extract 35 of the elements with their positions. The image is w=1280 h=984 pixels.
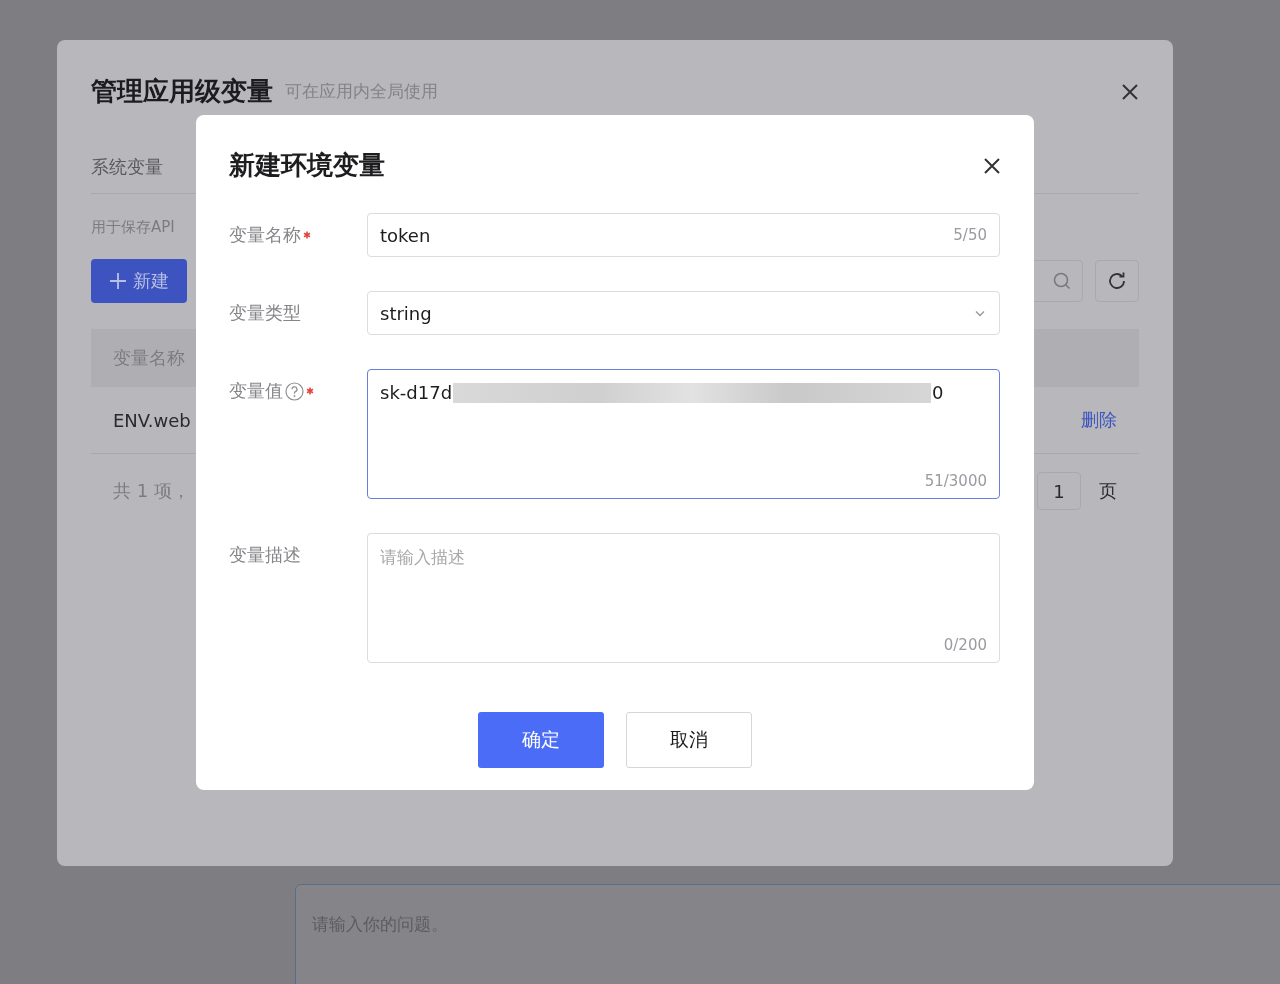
select-value: string bbox=[380, 302, 432, 324]
close-icon[interactable] bbox=[1121, 82, 1139, 101]
tab[interactable]: 系统变量 bbox=[91, 155, 163, 179]
refresh-button[interactable] bbox=[1095, 260, 1139, 302]
dialog-title: 管理应用级变量 bbox=[91, 75, 273, 108]
table-cell: ENV.web bbox=[113, 409, 191, 431]
page-number-field[interactable]: 1 bbox=[1037, 472, 1081, 510]
dialog-title: 新建环境变量 bbox=[229, 149, 385, 182]
page-unit: 页 bbox=[1099, 479, 1117, 503]
field-label: 变量描述 bbox=[229, 543, 301, 567]
character-counter: 5/50 bbox=[953, 226, 987, 244]
cancel-button[interactable]: 取消 bbox=[626, 712, 752, 768]
plus-icon bbox=[109, 272, 127, 290]
field-label: 变量类型 bbox=[229, 301, 301, 325]
field-label: 变量名称 bbox=[229, 223, 301, 247]
field-value: token bbox=[380, 224, 431, 246]
textarea-field[interactable]: sk-d17d 0 51/3000 bbox=[367, 369, 1000, 499]
field-value-end: 0 bbox=[932, 382, 944, 403]
delete-link[interactable]: 删除 bbox=[1081, 408, 1117, 432]
close-icon[interactable] bbox=[983, 156, 1001, 175]
variable-name-field[interactable]: token 5/50 bbox=[367, 213, 1000, 257]
refresh-icon bbox=[1106, 270, 1128, 292]
placeholder-text: 请输入描述 bbox=[380, 547, 465, 567]
description-text: 用于保存API bbox=[91, 218, 175, 237]
help-icon[interactable] bbox=[285, 381, 304, 401]
field-label: 变量值 bbox=[229, 379, 283, 403]
character-counter: 0/200 bbox=[943, 636, 987, 654]
total-count: 共 1 项， bbox=[113, 479, 190, 503]
field-value: sk-d17d bbox=[380, 382, 453, 403]
confirm-button[interactable]: 确定 bbox=[478, 712, 604, 768]
search-icon bbox=[1052, 271, 1072, 291]
character-counter: 51/3000 bbox=[924, 472, 987, 490]
textarea-field[interactable]: 请输入描述 0/200 bbox=[367, 533, 1000, 663]
type-select[interactable]: string bbox=[367, 291, 1000, 335]
new-button[interactable]: 新建 bbox=[91, 259, 187, 303]
